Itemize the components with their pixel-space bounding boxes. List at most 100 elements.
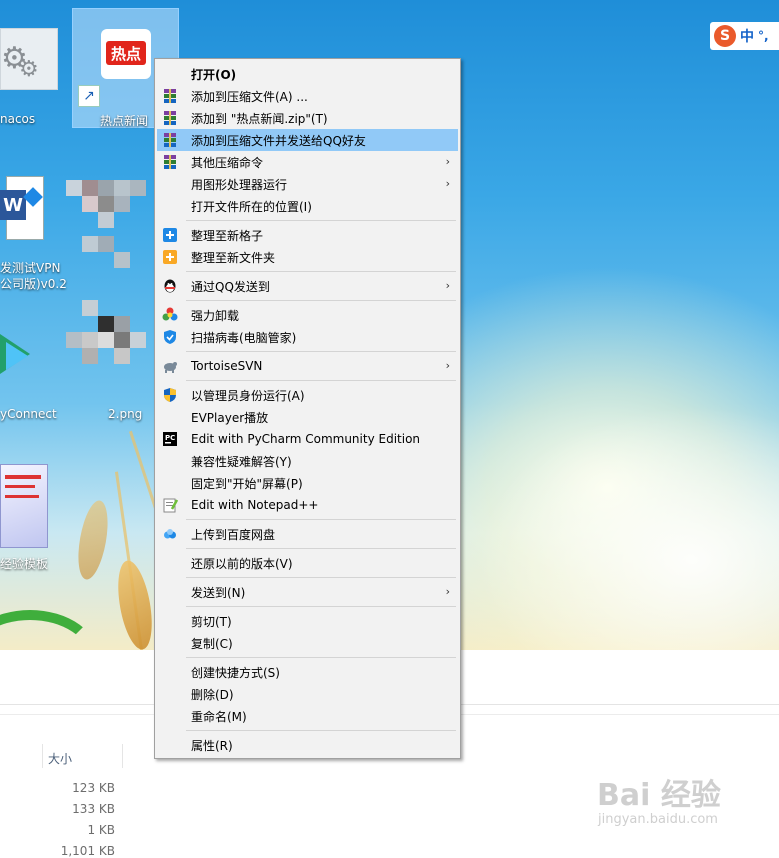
- menu-item-baidu-netdisk[interactable]: 上传到百度网盘: [157, 523, 458, 545]
- context-menu: 打开(O) 添加到压缩文件(A) ... 添加到 "热点新闻.zip"(T) 添…: [154, 58, 461, 759]
- pixelated-icon-1[interactable]: [66, 180, 156, 290]
- doc-line-icon: [5, 485, 35, 488]
- menu-item-run-as-admin[interactable]: 以管理员身份运行(A): [157, 384, 458, 406]
- desktop-icon-label: 热点新闻: [100, 114, 149, 128]
- nacos-desktop-icon[interactable]: ⚙ ⚙: [0, 28, 58, 90]
- sogou-logo-icon: S: [714, 25, 736, 47]
- desktop-icon-label: 发测试VPN: [0, 261, 61, 275]
- menu-item-label: 剪切(T): [191, 614, 232, 629]
- desktop-icon-label: nacos: [0, 112, 36, 126]
- sun-glow: [440, 380, 779, 650]
- menu-item-create-shortcut[interactable]: 创建快捷方式(S): [157, 661, 458, 683]
- ime-indicator[interactable]: S 中 °,: [710, 22, 779, 50]
- desktop-icon-label: 公司版)v0.2: [0, 277, 67, 291]
- pycharm-icon: PC: [162, 431, 178, 447]
- desktop-icon-label: 经验模板: [0, 557, 49, 571]
- menu-item-label: 还原以前的版本(V): [191, 556, 293, 571]
- menu-item-label: 固定到"开始"屏幕(P): [191, 476, 303, 491]
- menu-item-rename[interactable]: 重命名(M): [157, 705, 458, 727]
- menu-item-virus-scan[interactable]: 扫描病毒(电脑管家): [157, 326, 458, 348]
- menu-separator: [186, 380, 456, 381]
- menu-item-run-with-gpu[interactable]: 用图形处理器运行 ›: [157, 173, 458, 195]
- menu-item-cut[interactable]: 剪切(T): [157, 610, 458, 632]
- menu-item-label: 通过QQ发送到: [191, 279, 270, 294]
- file-size-cell: 123 KB: [72, 781, 115, 795]
- menu-item-add-to-archive[interactable]: 添加到压缩文件(A) ...: [157, 85, 458, 107]
- hot-news-app-icon: 热点: [101, 29, 151, 79]
- menu-item-restore-versions[interactable]: 还原以前的版本(V): [157, 552, 458, 574]
- winrar-icon: [162, 132, 178, 148]
- menu-item-delete[interactable]: 删除(D): [157, 683, 458, 705]
- menu-item-label: 创建快捷方式(S): [191, 665, 280, 680]
- menu-item-label: 添加到压缩文件并发送给QQ好友: [191, 133, 366, 148]
- file-size-cell: 1 KB: [87, 823, 115, 837]
- menu-item-open[interactable]: 打开(O): [157, 63, 458, 85]
- menu-item-label: 其他压缩命令: [191, 155, 264, 170]
- qq-icon: [162, 278, 178, 294]
- gear-icon: ⚙: [19, 57, 39, 82]
- menu-separator: [186, 220, 456, 221]
- tortoise-icon: [162, 358, 178, 374]
- fence-plus-icon: [162, 227, 178, 243]
- menu-item-label: 兼容性疑难解答(Y): [191, 454, 292, 469]
- menu-item-send-via-qq[interactable]: 通过QQ发送到 ›: [157, 275, 458, 297]
- file-size-cell: 1,101 KB: [60, 844, 115, 858]
- menu-separator: [186, 519, 456, 520]
- menu-item-send-to[interactable]: 发送到(N) ›: [157, 581, 458, 603]
- shield-icon: [162, 329, 178, 345]
- menu-item-label: 发送到(N): [191, 585, 246, 600]
- column-divider[interactable]: [122, 744, 123, 768]
- chevron-right-icon: ›: [445, 359, 450, 372]
- menu-item-pycharm[interactable]: PC Edit with PyCharm Community Edition: [157, 428, 458, 450]
- hot-news-tile: 热点: [106, 41, 146, 65]
- menu-item-label: 整理至新格子: [191, 228, 264, 243]
- size-column-header[interactable]: 大小: [48, 750, 72, 767]
- notepad-icon: [162, 497, 178, 513]
- menu-item-add-and-send-qq[interactable]: 添加到压缩文件并发送给QQ好友: [157, 129, 458, 151]
- menu-item-label: 复制(C): [191, 636, 233, 651]
- menu-item-label: 强力卸载: [191, 308, 240, 323]
- menu-item-new-fence[interactable]: 整理至新格子: [157, 224, 458, 246]
- menu-item-label: TortoiseSVN: [191, 359, 263, 373]
- doc-line-icon: [5, 495, 39, 498]
- menu-separator: [186, 300, 456, 301]
- menu-item-label: EVPlayer播放: [191, 410, 269, 425]
- menu-item-notepadpp[interactable]: Edit with Notepad++: [157, 494, 458, 516]
- word-document-icon[interactable]: W: [0, 172, 46, 244]
- menu-item-evplayer[interactable]: EVPlayer播放: [157, 406, 458, 428]
- baidu-cloud-icon: [162, 526, 178, 542]
- psd-template-icon[interactable]: [0, 464, 48, 548]
- menu-item-compatibility[interactable]: 兼容性疑难解答(Y): [157, 450, 458, 472]
- ime-punct-label: °,: [758, 29, 769, 43]
- menu-item-copy[interactable]: 复制(C): [157, 632, 458, 654]
- pixelated-icon-2[interactable]: [66, 300, 156, 390]
- menu-item-open-file-location[interactable]: 打开文件所在的位置(I): [157, 195, 458, 217]
- chevron-right-icon: ›: [445, 177, 450, 190]
- menu-separator: [186, 657, 456, 658]
- menu-separator: [186, 548, 456, 549]
- menu-item-new-folder-fence[interactable]: 整理至新文件夹: [157, 246, 458, 268]
- baidu-watermark: Bai 经验: [597, 778, 721, 813]
- menu-item-label: 打开(O): [191, 67, 237, 82]
- arrow-icon: [6, 342, 28, 370]
- svg-text:PC: PC: [165, 434, 175, 442]
- wheat-head: [112, 558, 158, 650]
- menu-item-label: 属性(R): [191, 738, 233, 753]
- menu-item-label: 重命名(M): [191, 709, 247, 724]
- menu-item-label: 打开文件所在的位置(I): [191, 199, 312, 214]
- menu-item-other-compress[interactable]: 其他压缩命令 ›: [157, 151, 458, 173]
- anyconnect-icon[interactable]: [0, 330, 40, 380]
- menu-item-tortoisesvn[interactable]: TortoiseSVN ›: [157, 355, 458, 377]
- menu-item-add-to-zip[interactable]: 添加到 "热点新闻.zip"(T): [157, 107, 458, 129]
- menu-item-properties[interactable]: 属性(R): [157, 734, 458, 756]
- doc-line-icon: [5, 475, 41, 479]
- column-divider[interactable]: [42, 744, 43, 768]
- menu-item-label: 整理至新文件夹: [191, 250, 276, 265]
- file-size-cell: 133 KB: [72, 802, 115, 816]
- menu-item-force-uninstall[interactable]: 强力卸载: [157, 304, 458, 326]
- shortcut-arrow-icon: ↗: [78, 85, 100, 107]
- baidu-watermark-url: jingyan.baidu.com: [598, 812, 718, 827]
- menu-item-pin-to-start[interactable]: 固定到"开始"屏幕(P): [157, 472, 458, 494]
- menu-item-label: 扫描病毒(电脑管家): [191, 330, 297, 345]
- desktop-icon-label: 2.png: [108, 407, 143, 421]
